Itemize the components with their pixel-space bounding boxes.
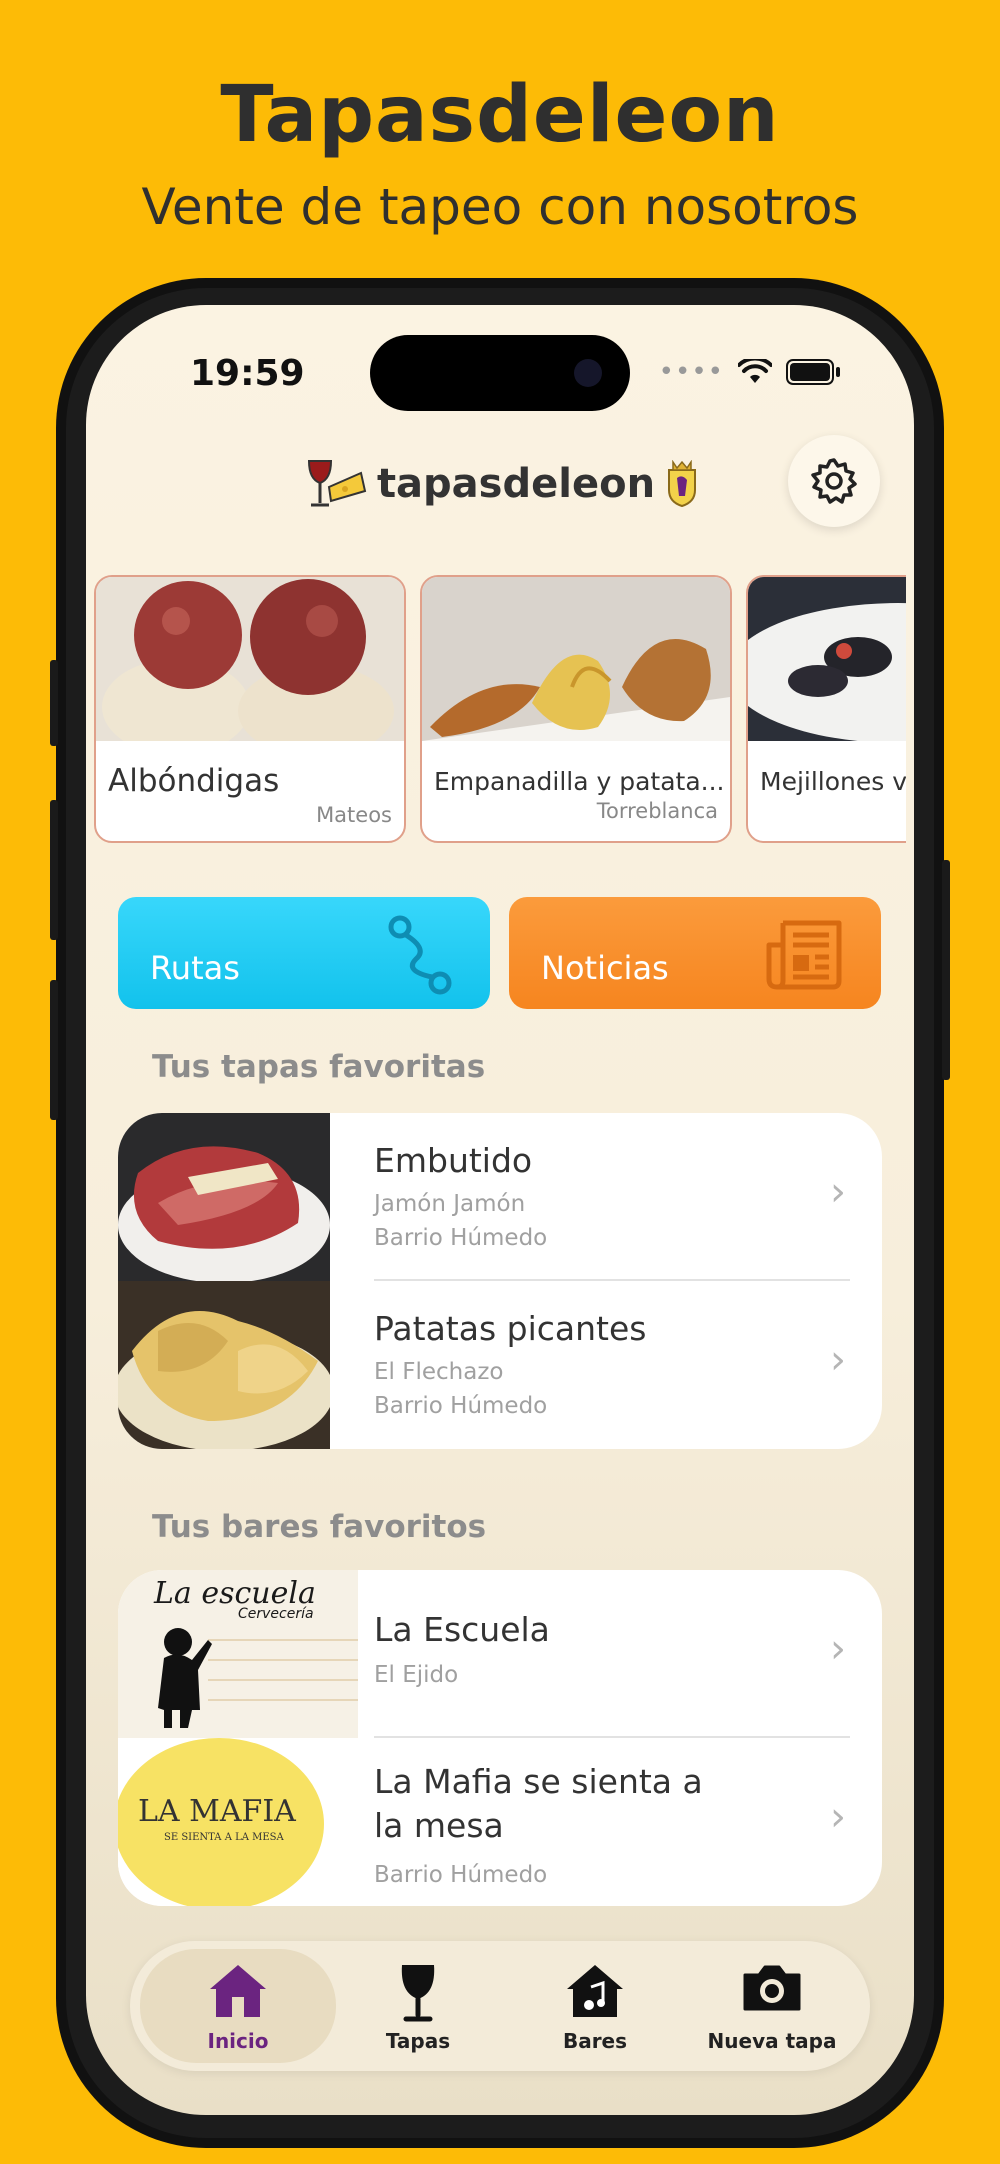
chevron-right-icon: › bbox=[830, 1794, 846, 1840]
carousel-card[interactable]: Albóndigas Mateos bbox=[94, 575, 406, 843]
favorite-tapas-heading: Tus tapas favoritas bbox=[152, 1049, 486, 1085]
app-screen: 19:59 •••• tapasdeleon Albóndigas Mateos… bbox=[86, 305, 914, 2115]
tapas-carousel[interactable]: Albóndigas Mateos Empanadilla y patata..… bbox=[94, 575, 906, 845]
carousel-card[interactable]: Mejillones vi bbox=[746, 575, 906, 843]
leon-crest-icon bbox=[668, 460, 697, 508]
tab-inicio[interactable]: Inicio bbox=[140, 1949, 336, 2063]
wine-glass-icon bbox=[401, 1965, 435, 2022]
list-item[interactable]: LA MAFIA SE SIENTA A LA MESA La Mafia se… bbox=[118, 1738, 882, 1906]
tab-label: Inicio bbox=[207, 2029, 269, 2053]
brand-name: tapasdeleon bbox=[376, 461, 656, 507]
bar-title-line1: La Mafia se sienta a bbox=[374, 1762, 703, 1801]
route-icon bbox=[388, 915, 452, 995]
carousel-card[interactable]: Empanadilla y patata... Torreblanca bbox=[420, 575, 732, 843]
status-time: 19:59 bbox=[190, 353, 305, 394]
list-item[interactable]: Patatas picantes El Flechazo Barrio Húme… bbox=[118, 1281, 882, 1449]
mafia-logo-sub: SE SIENTA A LA MESA bbox=[164, 1832, 284, 1843]
promo-title: Tapasdeleon bbox=[220, 70, 780, 160]
wine-cheese-icon bbox=[307, 460, 367, 507]
camera-lens bbox=[574, 359, 602, 387]
tapa-bar: Mateos bbox=[316, 803, 392, 827]
noticias-button[interactable]: Noticias bbox=[509, 897, 881, 1009]
tab-tapas[interactable]: Tapas bbox=[330, 1949, 506, 2063]
tab-label: Tapas bbox=[385, 2029, 451, 2053]
mafia-logo-text: LA MAFIA bbox=[138, 1794, 296, 1829]
tapa-photo bbox=[422, 577, 730, 741]
wifi-icon bbox=[738, 359, 772, 383]
bar-area: El Ejido bbox=[374, 1662, 459, 1688]
battery-icon bbox=[786, 359, 834, 385]
tapa-name: Albóndigas bbox=[108, 763, 280, 799]
status-icons: •••• bbox=[659, 357, 840, 387]
tab-label: Nueva tapa bbox=[707, 2029, 837, 2053]
favorite-tapas-list: Embutido Jamón Jamón Barrio Húmedo › Pat… bbox=[118, 1113, 882, 1449]
camera-icon bbox=[743, 1965, 801, 2011]
list-item[interactable]: La escuela Cervecería La Escuela El Ejid… bbox=[118, 1570, 882, 1738]
gear-icon bbox=[811, 458, 857, 504]
tapa-area: Barrio Húmedo bbox=[374, 1393, 548, 1419]
tab-nueva-tapa[interactable]: Nueva tapa bbox=[684, 1949, 860, 2063]
phone-button-volume-down bbox=[50, 980, 58, 1120]
bar-logo: LA MAFIA SE SIENTA A LA MESA bbox=[118, 1738, 358, 1906]
child-silhouette-icon bbox=[158, 1628, 358, 1728]
tapa-bar: El Flechazo bbox=[374, 1359, 504, 1385]
music-house-icon bbox=[567, 1965, 623, 2017]
chevron-right-icon: › bbox=[830, 1626, 846, 1672]
tapa-bar: Jamón Jamón bbox=[374, 1191, 526, 1217]
tapa-area: Barrio Húmedo bbox=[374, 1225, 548, 1251]
rutas-label: Rutas bbox=[150, 949, 240, 987]
tapa-title: Patatas picantes bbox=[374, 1309, 647, 1348]
rutas-button[interactable]: Rutas bbox=[118, 897, 490, 1009]
promo-subtitle: Vente de tapeo con nosotros bbox=[141, 178, 859, 236]
phone-button-volume-up bbox=[50, 800, 58, 940]
tab-bares[interactable]: Bares bbox=[507, 1949, 683, 2063]
tapa-thumbnail bbox=[118, 1281, 330, 1449]
phone-button-power bbox=[942, 860, 950, 1080]
signal-icon: •••• bbox=[658, 357, 724, 387]
tapa-photo bbox=[748, 577, 906, 743]
favorite-bars-heading: Tus bares favoritos bbox=[152, 1509, 487, 1545]
phone-button-action bbox=[50, 660, 58, 746]
tab-label: Bares bbox=[562, 2029, 628, 2053]
settings-button[interactable] bbox=[788, 435, 880, 527]
battery-tip bbox=[836, 367, 840, 377]
chevron-right-icon: › bbox=[830, 1337, 846, 1383]
tapa-thumbnail bbox=[118, 1113, 330, 1281]
tapa-title: Embutido bbox=[374, 1141, 533, 1180]
tapa-name: Empanadilla y patata... bbox=[434, 767, 725, 796]
tab-bar: Inicio Tapas Bares Nueva tapa bbox=[130, 1941, 870, 2071]
bar-area: Barrio Húmedo bbox=[374, 1862, 548, 1888]
tapa-bar: Torreblanca bbox=[596, 799, 718, 823]
bar-title-line2: la mesa bbox=[374, 1806, 504, 1845]
chevron-right-icon: › bbox=[830, 1169, 846, 1215]
home-icon bbox=[210, 1965, 266, 2017]
dynamic-island bbox=[370, 335, 630, 411]
tapa-name: Mejillones vi bbox=[760, 767, 906, 796]
list-item[interactable]: Embutido Jamón Jamón Barrio Húmedo › bbox=[118, 1113, 882, 1281]
bar-logo: La escuela Cervecería bbox=[118, 1570, 358, 1738]
noticias-label: Noticias bbox=[541, 949, 669, 987]
bar-title: La Escuela bbox=[374, 1610, 550, 1649]
favorite-bars-list: La escuela Cervecería La Escuela El Ejid… bbox=[118, 1570, 882, 1906]
tapa-photo bbox=[96, 577, 404, 757]
newspaper-icon bbox=[766, 920, 842, 990]
